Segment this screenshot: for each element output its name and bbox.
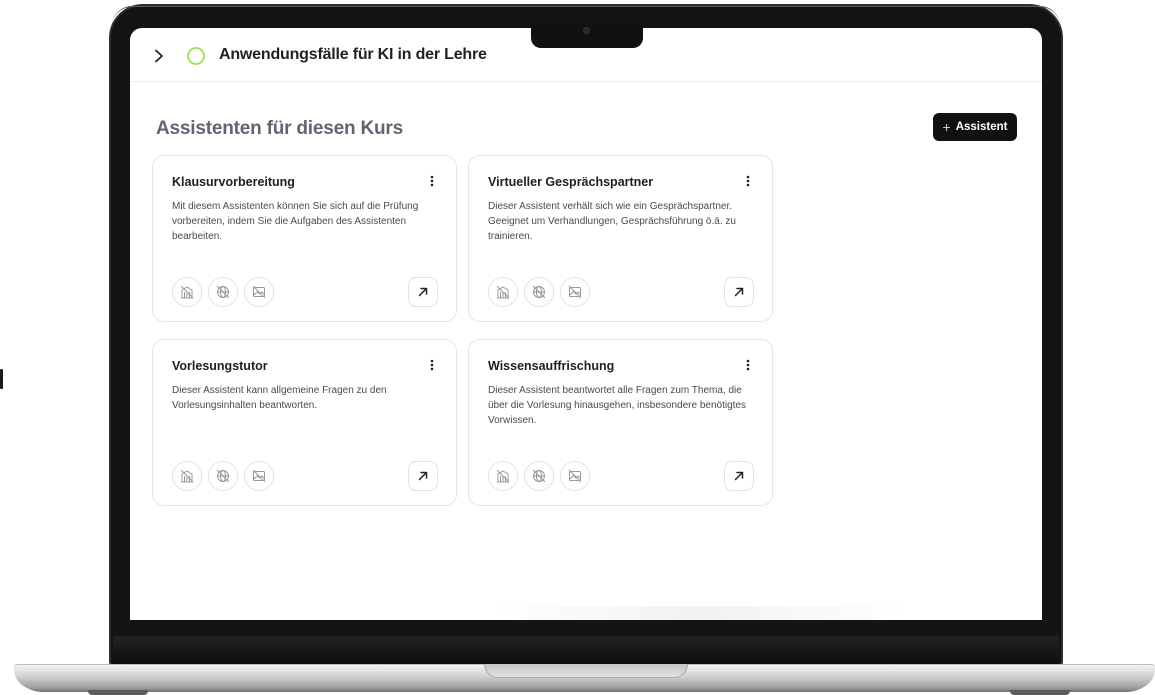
sidebar-toggle-button[interactable] — [150, 47, 168, 65]
assistant-card-title: Vorlesungstutor — [172, 359, 268, 373]
bottom-reflection — [490, 606, 910, 620]
left-edge-mark — [0, 369, 3, 389]
assistant-card[interactable]: Klausurvorbereitung Mit diesem Assistent… — [152, 155, 457, 322]
card-menu-button[interactable] — [424, 357, 440, 373]
image-off-icon — [244, 277, 274, 307]
section-title: Assistenten für diesen Kurs — [156, 118, 403, 139]
open-assistant-button[interactable] — [408, 277, 438, 307]
plus-icon: + — [942, 119, 951, 135]
laptop-foot-right — [1010, 690, 1070, 695]
camera-lens — [583, 27, 590, 34]
assistant-card-description: Dieser Assistent kann allgemeine Fragen … — [172, 385, 387, 411]
open-assistant-button[interactable] — [408, 461, 438, 491]
image-off-icon — [244, 461, 274, 491]
feature-icons — [172, 461, 274, 491]
arrow-up-right-icon — [734, 471, 744, 481]
card-menu-button[interactable] — [424, 173, 440, 189]
open-assistant-button[interactable] — [724, 461, 754, 491]
assistant-card-title: Virtueller Gesprächspartner — [488, 175, 654, 189]
assistant-card-title: Klausurvorbereitung — [172, 175, 295, 189]
more-vertical-icon — [746, 175, 750, 187]
building-off-icon — [172, 461, 202, 491]
image-off-icon — [560, 277, 590, 307]
feature-icons — [488, 461, 590, 491]
feature-icons — [172, 277, 274, 307]
arrow-up-right-icon — [418, 287, 428, 297]
arrow-up-right-icon — [418, 471, 428, 481]
globe-off-icon — [208, 277, 238, 307]
globe-off-icon — [208, 461, 238, 491]
course-title: Anwendungsfälle für KI in der Lehre — [219, 46, 487, 63]
building-off-icon — [488, 461, 518, 491]
more-vertical-icon — [430, 359, 434, 371]
globe-off-icon — [524, 461, 554, 491]
arrow-up-right-icon — [734, 287, 744, 297]
assistant-card[interactable]: Virtueller Gesprächspartner Dieser Assis… — [468, 155, 773, 322]
assistant-card[interactable]: Vorlesungstutor Dieser Assistent kann al… — [152, 339, 457, 506]
feature-icons — [488, 277, 590, 307]
assistant-card-description: Dieser Assistent verhält sich wie ein Ge… — [488, 201, 736, 242]
image-off-icon — [560, 461, 590, 491]
assistant-card[interactable]: Wissensauffrischung Dieser Assistent bea… — [468, 339, 773, 506]
more-vertical-icon — [746, 359, 750, 371]
card-menu-button[interactable] — [740, 357, 756, 373]
add-assistant-label: Assistent — [955, 121, 1008, 133]
camera-notch — [531, 22, 643, 48]
course-status-indicator — [187, 47, 205, 65]
add-assistant-button[interactable]: + Assistent — [933, 113, 1017, 141]
assistant-card-title: Wissensauffrischung — [488, 359, 615, 373]
building-off-icon — [488, 277, 518, 307]
chevron-right-icon — [155, 49, 163, 63]
more-vertical-icon — [430, 175, 434, 187]
building-off-icon — [172, 277, 202, 307]
laptop-opening-notch — [484, 664, 688, 678]
bezel-strip — [113, 636, 1059, 664]
app-screen: Anwendungsfälle für KI in der Lehre Assi… — [130, 28, 1042, 620]
open-assistant-button[interactable] — [724, 277, 754, 307]
assistant-card-description: Mit diesem Assistenten können Sie sich a… — [172, 201, 419, 242]
laptop-foot-left — [88, 690, 148, 695]
card-menu-button[interactable] — [740, 173, 756, 189]
assistant-card-description: Dieser Assistent beantwortet alle Fragen… — [488, 385, 746, 426]
globe-off-icon — [524, 277, 554, 307]
